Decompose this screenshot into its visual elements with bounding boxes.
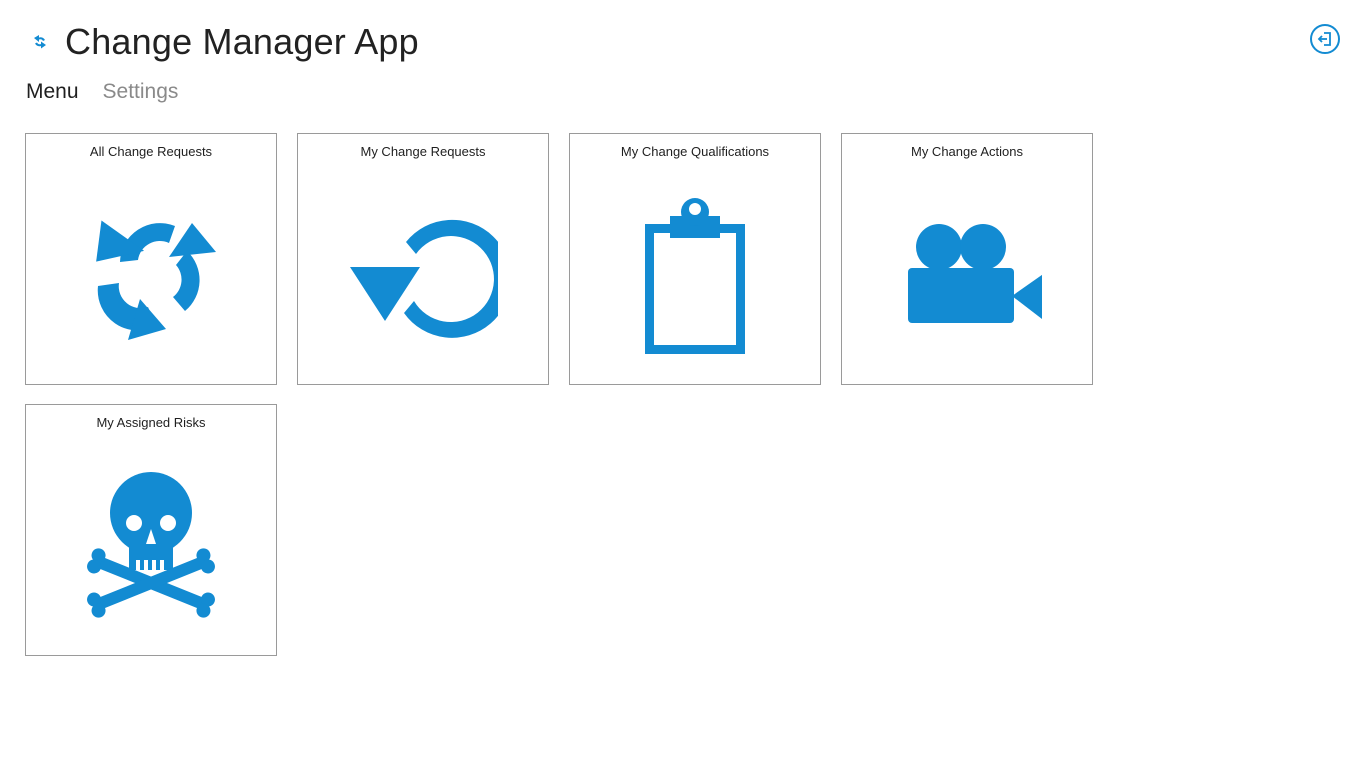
video-camera-icon (842, 174, 1092, 374)
tile-my-change-actions[interactable]: My Change Actions (841, 133, 1093, 385)
header: Change Manager App (26, 18, 419, 66)
nav-bar: Menu Settings (26, 76, 178, 108)
sign-out-icon (1317, 32, 1331, 46)
nav-item-settings[interactable]: Settings (103, 76, 179, 108)
tile-my-assigned-risks[interactable]: My Assigned Risks (25, 404, 277, 656)
tile-label: My Assigned Risks (96, 415, 206, 430)
tile-label: All Change Requests (89, 144, 213, 159)
tile-label: My Change Actions (910, 144, 1023, 159)
undo-circular-arrow-icon (298, 174, 548, 374)
recycle-arrows-icon (26, 174, 276, 374)
skull-crossbones-icon (26, 445, 276, 645)
tile-my-change-qualifications[interactable]: My Change Qualifications (569, 133, 821, 385)
tile-all-change-requests[interactable]: All Change Requests (25, 133, 277, 385)
tile-label: My Change Requests (360, 144, 486, 159)
app-title: Change Manager App (65, 21, 419, 62)
nav-item-menu[interactable]: Menu (26, 76, 79, 108)
app-window: Change Manager App Menu Settings All Cha… (0, 0, 1366, 768)
clipboard-icon (570, 174, 820, 374)
tile-my-change-requests[interactable]: My Change Requests (297, 133, 549, 385)
tile-label: My Change Qualifications (620, 144, 770, 159)
sign-out-button[interactable] (1310, 24, 1340, 54)
refresh-logo-icon (26, 28, 54, 56)
